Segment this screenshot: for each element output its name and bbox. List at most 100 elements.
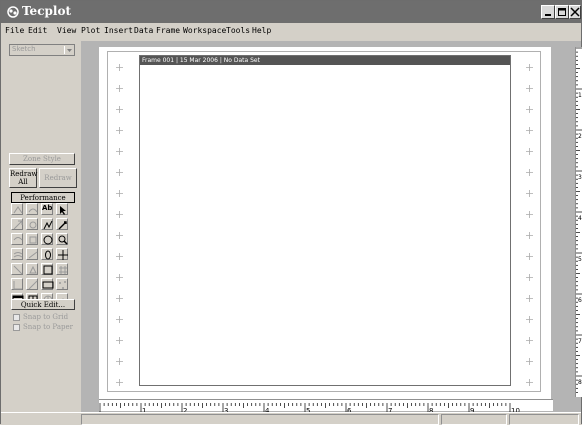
snap-to-grid-checkbox[interactable] bbox=[13, 314, 20, 321]
menu-data[interactable]: Data bbox=[134, 26, 153, 35]
quick-edit-button[interactable]: Quick Edit... bbox=[11, 299, 75, 310]
ruler-label: 3 bbox=[578, 174, 582, 181]
snap-to-paper-checkbox[interactable] bbox=[13, 324, 20, 331]
tool-stream-rake[interactable] bbox=[26, 248, 38, 260]
menu-workspace[interactable]: Workspace bbox=[183, 26, 226, 35]
tool-adjustor[interactable] bbox=[11, 218, 23, 230]
frame-header[interactable]: Frame 001 | 15 Mar 2006 | No Data Set bbox=[140, 56, 510, 65]
ruler-label: 8 bbox=[578, 379, 582, 386]
tool-translate[interactable] bbox=[56, 248, 68, 260]
grid-plus-mark bbox=[116, 169, 123, 176]
zone-style-button[interactable]: Zone Style bbox=[9, 153, 75, 165]
ruler-label: 1 bbox=[578, 92, 582, 99]
tool-text[interactable]: Ab bbox=[41, 203, 53, 215]
mode-dropdown[interactable]: Sketch bbox=[9, 44, 75, 56]
menu-help[interactable]: Help bbox=[252, 26, 271, 35]
grid-plus-mark bbox=[526, 190, 533, 197]
polar-icon bbox=[28, 280, 38, 290]
grid-plus-mark bbox=[116, 232, 123, 239]
grid-plus-mark bbox=[526, 211, 533, 218]
menu-plot[interactable]: Plot bbox=[81, 26, 100, 35]
scatter-icon bbox=[59, 281, 66, 289]
grid-plus-mark bbox=[116, 127, 123, 134]
tool-isosurface[interactable] bbox=[26, 263, 38, 275]
grid-plus-mark bbox=[526, 358, 533, 365]
snap-to-grid-label: Snap to Grid bbox=[23, 313, 69, 321]
tool-polar[interactable] bbox=[26, 278, 38, 290]
grid-plus-mark bbox=[526, 64, 533, 71]
tool-3d-spin[interactable] bbox=[26, 203, 38, 215]
tool-probe[interactable] bbox=[26, 218, 38, 230]
slice-icon bbox=[13, 265, 23, 275]
tool-contour-remove[interactable] bbox=[26, 233, 38, 245]
oval-icon bbox=[45, 250, 51, 260]
menu-edit[interactable]: Edit bbox=[28, 26, 47, 35]
rotate-3d-icon bbox=[13, 206, 23, 214]
redraw-all-button[interactable]: Redraw All bbox=[9, 168, 37, 188]
minimize-button[interactable] bbox=[541, 5, 555, 19]
menu-view[interactable]: View bbox=[57, 26, 76, 35]
stream-rake-icon bbox=[28, 251, 38, 259]
grid-plus-mark bbox=[526, 316, 533, 323]
performance-button[interactable]: Performance bbox=[11, 192, 75, 203]
grid-plus-mark bbox=[116, 190, 123, 197]
mesh-icon bbox=[59, 266, 67, 274]
grid-plus-mark bbox=[526, 106, 533, 113]
tecplot-app-icon bbox=[7, 6, 19, 18]
tool-scatter[interactable] bbox=[56, 278, 68, 290]
workspace-canvas[interactable]: Frame 001 | 15 Mar 2006 | No Data Set bbox=[81, 41, 581, 413]
spin-3d-icon bbox=[28, 208, 38, 213]
ruler-label: 2 bbox=[578, 133, 582, 140]
tool-mesh-zoom[interactable] bbox=[56, 263, 68, 275]
minimize-icon bbox=[545, 14, 551, 16]
status-message bbox=[81, 414, 439, 425]
menu-file[interactable]: File bbox=[5, 26, 24, 35]
ruler-label: 7 bbox=[578, 338, 582, 345]
menu-tools[interactable]: Tools bbox=[226, 26, 250, 35]
ruler-label: 4 bbox=[578, 215, 582, 222]
tool-ellipse[interactable] bbox=[41, 233, 53, 245]
grid-plus-mark bbox=[116, 106, 123, 113]
tool-select[interactable] bbox=[56, 203, 68, 215]
horizontal-ruler: 1 2 3 4 5 6 7 8 9 10 bbox=[99, 399, 553, 415]
tool-pointer-draw[interactable] bbox=[56, 218, 68, 230]
tool-stream-add[interactable] bbox=[11, 248, 23, 260]
tool-zoom[interactable] bbox=[56, 233, 68, 245]
tool-slice[interactable] bbox=[11, 263, 23, 275]
redraw-button[interactable]: Redraw bbox=[39, 168, 77, 188]
title-bar[interactable]: Tecplot bbox=[1, 1, 581, 23]
grid-plus-mark bbox=[116, 64, 123, 71]
tool-xy-line[interactable] bbox=[11, 278, 23, 290]
tool-polyline[interactable] bbox=[41, 218, 53, 230]
isosurface-icon bbox=[29, 265, 37, 274]
tool-rectangle[interactable] bbox=[41, 278, 54, 290]
tool-oval[interactable] bbox=[41, 248, 53, 260]
pointer-draw-icon bbox=[58, 221, 67, 230]
grid-plus-mark bbox=[526, 337, 533, 344]
grid-plus-mark bbox=[526, 127, 533, 134]
close-button[interactable] bbox=[569, 5, 581, 19]
menu-insert[interactable]: Insert bbox=[104, 26, 133, 35]
grid-plus-mark bbox=[116, 211, 123, 218]
frame-001[interactable]: Frame 001 | 15 Mar 2006 | No Data Set bbox=[139, 55, 511, 386]
tecplot-window: Tecplot File Edit View Plot Insert Data … bbox=[0, 0, 582, 425]
mode-dropdown-value: Sketch bbox=[12, 45, 36, 53]
paper[interactable]: Frame 001 | 15 Mar 2006 | No Data Set bbox=[99, 47, 551, 399]
tool-3d-rotate[interactable] bbox=[11, 203, 23, 215]
select-arrow-icon bbox=[60, 206, 66, 215]
circle-icon bbox=[43, 235, 53, 245]
probe-icon bbox=[29, 221, 37, 229]
vertical-ruler-ticks: 1 2 3 4 5 6 7 8 bbox=[576, 47, 582, 393]
square-icon bbox=[43, 265, 53, 275]
menu-frame[interactable]: Frame bbox=[156, 26, 180, 35]
close-icon bbox=[570, 7, 580, 17]
tool-contour-add[interactable] bbox=[11, 233, 23, 245]
maximize-button[interactable] bbox=[555, 5, 569, 19]
tool-square[interactable] bbox=[41, 263, 53, 275]
status-extra bbox=[509, 414, 579, 425]
grid-plus-mark bbox=[526, 295, 533, 302]
adjustor-icon bbox=[13, 220, 23, 230]
chevron-down-icon bbox=[64, 46, 72, 54]
maximize-icon bbox=[558, 8, 566, 16]
grid-plus-mark bbox=[116, 295, 123, 302]
